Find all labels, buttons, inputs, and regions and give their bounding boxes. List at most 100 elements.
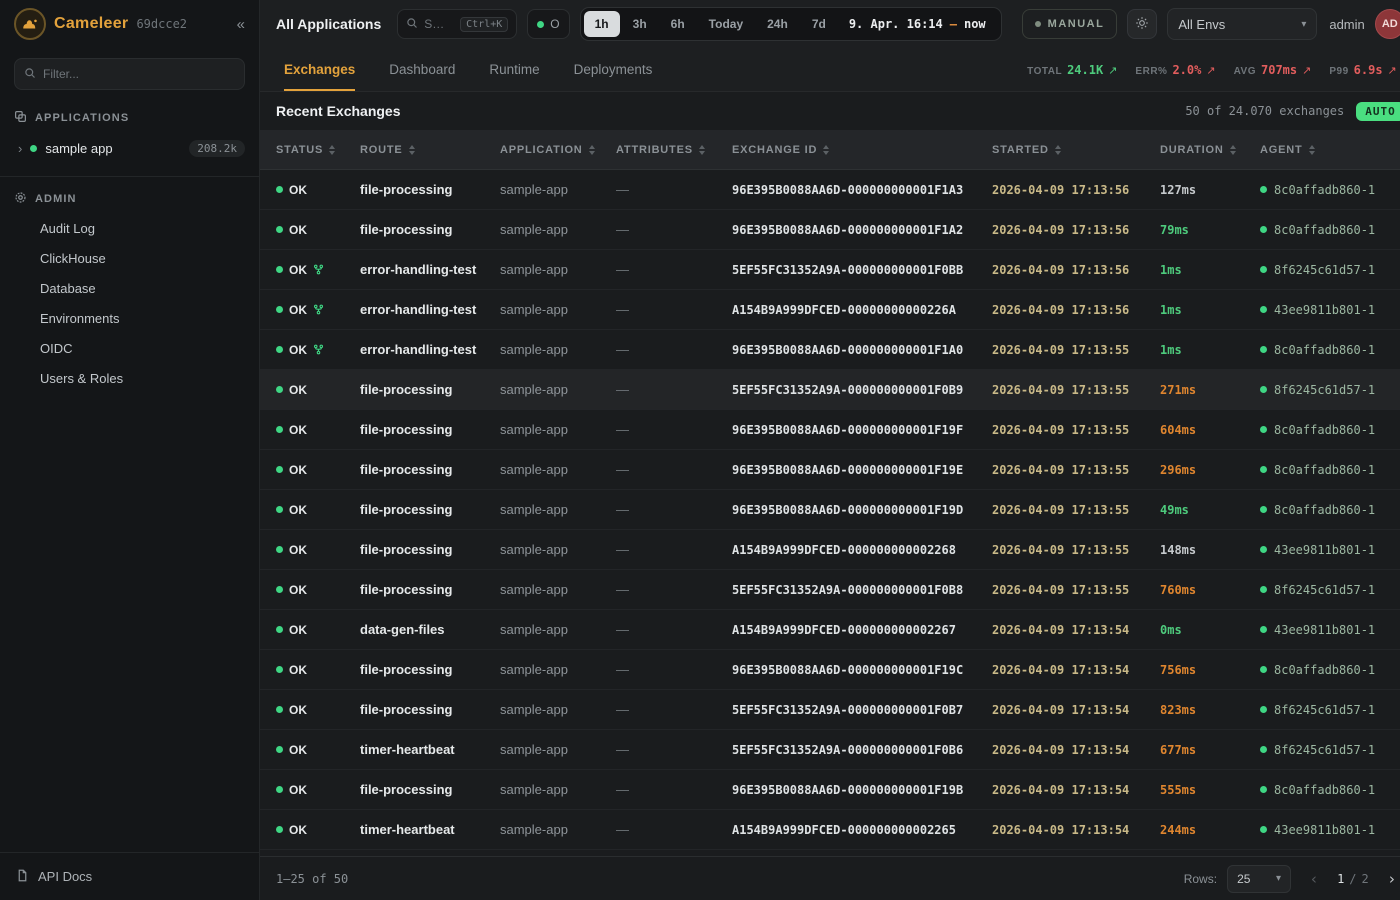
agent-status-dot xyxy=(1260,746,1267,753)
agent-status-dot xyxy=(1260,226,1267,233)
table-row[interactable]: OKfile-processingsample-app—5EF55FC31352… xyxy=(260,690,1400,730)
agent-status-dot xyxy=(1260,626,1267,633)
sidebar-item-oidc[interactable]: OIDC xyxy=(0,333,259,363)
tab-dashboard[interactable]: Dashboard xyxy=(389,48,455,91)
table-row[interactable]: OKfile-processingsample-app—A154B9A999DF… xyxy=(260,530,1400,570)
column-header-route[interactable]: ROUTE xyxy=(360,144,500,156)
route-cell: timer-heartbeat xyxy=(360,822,500,837)
table-row[interactable]: OKtimer-heartbeatsample-app—5EF55FC31352… xyxy=(260,730,1400,770)
stat-avg: AVG707ms↗ xyxy=(1234,63,1312,77)
table-row[interactable]: OKerror-handling-testsample-app—A154B9A9… xyxy=(260,290,1400,330)
theme-toggle-button[interactable] xyxy=(1127,9,1157,39)
table-row[interactable]: OKfile-processingsample-app—96E395B0088A… xyxy=(260,450,1400,490)
filter-input[interactable] xyxy=(43,67,235,81)
route-cell: timer-heartbeat xyxy=(360,742,500,757)
table-row[interactable]: OKfile-processingsample-app—96E395B0088A… xyxy=(260,650,1400,690)
status-label: OK xyxy=(289,183,307,197)
agent-cell: 8c0affadb860-1 xyxy=(1260,503,1400,517)
status-label: OK xyxy=(289,383,307,397)
table-row[interactable]: OKfile-processingsample-app—96E395B0088A… xyxy=(260,770,1400,810)
application-cell: sample-app xyxy=(500,502,616,517)
time-range-6h-button[interactable]: 6h xyxy=(660,11,696,37)
table-header-row: STATUSROUTEAPPLICATIONATTRIBUTESEXCHANGE… xyxy=(260,130,1400,170)
table-row[interactable]: OKdata-gen-filessample-app—A154B9A999DFC… xyxy=(260,610,1400,650)
route-cell: file-processing xyxy=(360,582,500,597)
route-cell: error-handling-test xyxy=(360,262,500,277)
tree-expand-icon[interactable]: › xyxy=(18,141,22,156)
manual-refresh-button[interactable]: MANUAL xyxy=(1022,9,1118,39)
online-status-pill[interactable]: O xyxy=(527,9,569,39)
status-ok-dot xyxy=(276,466,283,473)
table-row[interactable]: OKerror-handling-testsample-app—96E395B0… xyxy=(260,330,1400,370)
table-row[interactable]: OKfile-processingsample-app—5EF55FC31352… xyxy=(260,570,1400,610)
table-row[interactable]: OKerror-handling-testsample-app—5EF55FC3… xyxy=(260,250,1400,290)
time-range-7d-button[interactable]: 7d xyxy=(801,11,837,37)
sidebar-collapse-button[interactable]: « xyxy=(237,16,245,33)
started-cell: 2026-04-09 17:13:55 xyxy=(992,383,1160,397)
column-header-application[interactable]: APPLICATION xyxy=(500,144,616,156)
sort-icon xyxy=(409,145,415,155)
time-range-today-button[interactable]: Today xyxy=(698,11,754,37)
status-ok-dot xyxy=(276,746,283,753)
stat-label: TOTAL xyxy=(1027,66,1062,77)
pagination-footer: 1–25 of 50 Rows: 25 ▾ ‹ 1 / 2 › xyxy=(260,856,1400,900)
column-header-exchange-id[interactable]: EXCHANGE ID xyxy=(732,144,992,156)
exchange-id-cell: 96E395B0088AA6D-000000000001F1A2 xyxy=(732,223,992,237)
column-header-status[interactable]: STATUS xyxy=(276,144,360,156)
status-cell: OK xyxy=(276,303,360,317)
camel-logo-icon xyxy=(14,8,46,40)
sort-icon xyxy=(1055,145,1061,155)
status-cell: OK xyxy=(276,743,360,757)
sidebar-item-environments[interactable]: Environments xyxy=(0,303,259,333)
date-range-display[interactable]: 9. Apr. 16:14 — now xyxy=(837,17,998,31)
time-range-3h-button[interactable]: 3h xyxy=(622,11,658,37)
table-row[interactable]: OKfile-processingsample-app—5EF55FC31352… xyxy=(260,370,1400,410)
next-page-button[interactable]: › xyxy=(1379,866,1400,892)
column-header-started[interactable]: STARTED xyxy=(992,144,1160,156)
table-row[interactable]: OKtimer-heartbeatsample-app—A154B9A999DF… xyxy=(260,810,1400,850)
time-range-24h-button[interactable]: 24h xyxy=(756,11,799,37)
stat-label: ERR% xyxy=(1135,66,1167,77)
application-cell: sample-app xyxy=(500,742,616,757)
environment-select[interactable]: All Envs ▾ xyxy=(1167,8,1317,40)
sidebar-item-users-roles[interactable]: Users & Roles xyxy=(0,363,259,393)
tab-runtime[interactable]: Runtime xyxy=(489,48,539,91)
sidebar-item-audit-log[interactable]: Audit Log xyxy=(0,213,259,243)
rows-per-page-select[interactable]: 25 ▾ xyxy=(1227,865,1291,893)
time-range-1h-button[interactable]: 1h xyxy=(584,11,620,37)
attributes-cell: — xyxy=(616,222,732,237)
agent-id: 8c0affadb860-1 xyxy=(1274,183,1375,197)
agent-id: 43ee9811b801-1 xyxy=(1274,823,1375,837)
column-header-attributes[interactable]: ATTRIBUTES xyxy=(616,144,732,156)
sidebar-item-clickhouse[interactable]: ClickHouse xyxy=(0,243,259,273)
column-header-agent[interactable]: AGENT xyxy=(1260,144,1400,156)
trend-up-icon: ↗ xyxy=(1206,64,1215,77)
agent-status-dot xyxy=(1260,706,1267,713)
application-cell: sample-app xyxy=(500,782,616,797)
avatar[interactable]: AD xyxy=(1375,9,1400,39)
agent-id: 8f6245c61d57-1 xyxy=(1274,263,1375,277)
agent-id: 8f6245c61d57-1 xyxy=(1274,383,1375,397)
table-row[interactable]: OKfile-processingsample-app—96E395B0088A… xyxy=(260,170,1400,210)
sidebar-item-api-docs[interactable]: API Docs xyxy=(0,852,259,900)
agent-id: 43ee9811b801-1 xyxy=(1274,543,1375,557)
agent-status-dot xyxy=(1260,266,1267,273)
prev-page-button[interactable]: ‹ xyxy=(1301,866,1327,892)
tab-deployments[interactable]: Deployments xyxy=(574,48,653,91)
global-search[interactable]: S… Ctrl+K xyxy=(397,9,517,39)
column-label: DURATION xyxy=(1160,144,1224,156)
page-title: All Applications xyxy=(276,16,381,32)
started-cell: 2026-04-09 17:13:54 xyxy=(992,823,1160,837)
column-header-duration[interactable]: DURATION xyxy=(1160,144,1260,156)
started-cell: 2026-04-09 17:13:54 xyxy=(992,663,1160,677)
status-cell: OK xyxy=(276,823,360,837)
table-row[interactable]: OKfile-processingsample-app—96E395B0088A… xyxy=(260,410,1400,450)
sidebar-filter[interactable] xyxy=(14,58,245,90)
sidebar-item-sample-app[interactable]: › sample app 208.2k xyxy=(0,132,259,164)
sidebar-item-database[interactable]: Database xyxy=(0,273,259,303)
table-row[interactable]: OKfile-processingsample-app—96E395B0088A… xyxy=(260,210,1400,250)
tab-exchanges[interactable]: Exchanges xyxy=(284,48,355,91)
agent-cell: 8f6245c61d57-1 xyxy=(1260,263,1400,277)
auto-refresh-toggle[interactable]: AUTO xyxy=(1356,102,1400,121)
table-row[interactable]: OKfile-processingsample-app—96E395B0088A… xyxy=(260,490,1400,530)
